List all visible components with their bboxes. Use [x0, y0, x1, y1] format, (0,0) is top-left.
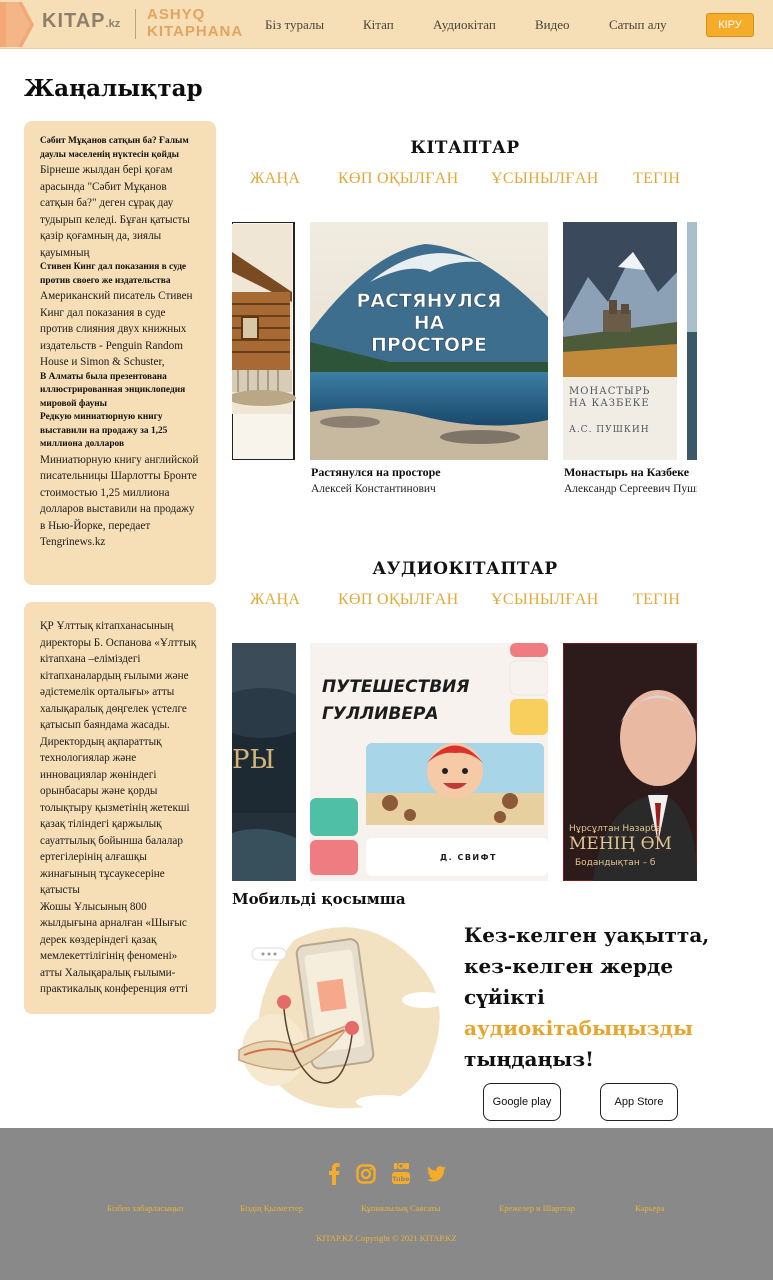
book-cover-partial[interactable] [687, 222, 697, 460]
filter-new[interactable]: ЖАҢА [250, 170, 300, 188]
svg-text:Бодандықтан – б: Бодандықтан – б [575, 858, 656, 868]
svg-text:МОНАСТЫРЬ: МОНАСТЫРЬ [569, 386, 650, 397]
news-item[interactable]: Директордың ақпараттық технологиялар жән… [40, 734, 200, 899]
footer-link-contact[interactable]: Бізбен хабарласыңыз [107, 1203, 184, 1213]
nav-video[interactable]: Видео [535, 17, 570, 33]
news-item[interactable]: ҚР Ұлттық кітапханасының директоры Б. Ос… [40, 618, 200, 734]
site-header: KITAP.kz ASHYQ KITAPHANA Біз туралы Кіта… [0, 0, 773, 49]
book-cover[interactable]: МОНАСТЫРЬ НА КАЗБЕКЕ А.С. ПУШКИН [563, 222, 677, 460]
svg-text:НА: НА [414, 312, 445, 334]
main-nav: Біз туралы Кітап Аудиокітап Видео Сатып … [0, 17, 773, 33]
svg-text:НА КАЗБЕКЕ: НА КАЗБЕКЕ [569, 398, 650, 409]
footer-link-services[interactable]: Біздің Қызметтер [240, 1203, 303, 1213]
audiobooks-carousel: РЫ ПУТЕШЕСТВИЯ ГУЛЛИВЕРА Д. СВИФТ Нұрсұл… [232, 643, 697, 883]
news-summary: Миниатюрную книгу английской писательниц… [40, 453, 199, 549]
audiobook-cover[interactable]: ПУТЕШЕСТВИЯ ГУЛЛИВЕРА Д. СВИФТ [310, 643, 548, 881]
mobile-promo-text: Кез-келген уақытта, кез-келген жерде сүй… [464, 923, 710, 1071]
news-item[interactable]: Жошы Ұлысының 800 жылдығына арналған «Шы… [40, 899, 200, 998]
login-button[interactable]: КІРУ [706, 13, 754, 37]
filter-new[interactable]: ЖАҢА [250, 591, 300, 609]
youtube-icon[interactable]: Tube [391, 1163, 411, 1185]
news-card-2: ҚР Ұлттық кітапханасының директоры Б. Ос… [24, 602, 216, 1014]
nav-about[interactable]: Біз туралы [265, 17, 324, 33]
footer-link-terms[interactable]: Ережелер и Шарттар [499, 1203, 575, 1213]
filter-popular[interactable]: КӨП ОҚЫЛҒАН [338, 170, 458, 188]
audiobook-cover-text: РЫ [232, 745, 275, 775]
facebook-icon[interactable] [328, 1163, 340, 1185]
filter-free[interactable]: ТЕГІН [633, 591, 680, 609]
book-author: Алексей Константинович [311, 483, 436, 495]
news-headline[interactable]: Сәбит Мұқанов сатқын ба? Ғалым даулы мәс… [40, 135, 200, 162]
book-cover-partial[interactable] [232, 222, 296, 460]
nav-audiobooks[interactable]: Аудиокітап [433, 17, 496, 33]
book-cover[interactable]: РАСТЯНУЛСЯ НА ПРОСТОРЕ [310, 222, 548, 460]
svg-text:Нұрсұлтан Назарба: Нұрсұлтан Назарба [569, 824, 662, 834]
instagram-icon[interactable] [356, 1163, 376, 1185]
app-store-button[interactable]: App Store [600, 1083, 678, 1121]
mobile-illustration [238, 927, 446, 1109]
svg-text:ПУТЕШЕСТВИЯ: ПУТЕШЕСТВИЯ [322, 677, 470, 697]
filter-free[interactable]: ТЕГІН [633, 170, 680, 188]
copyright-text: KITAP.KZ Copyright © 2021 KITAP.KZ [316, 1233, 457, 1243]
book-cover-text: РАСТЯНУЛСЯ [356, 290, 501, 312]
filter-recommended[interactable]: ҰСЫНЫЛҒАН [491, 591, 599, 609]
twitter-icon[interactable] [427, 1163, 446, 1185]
svg-text:ГУЛЛИВЕРА: ГУЛЛИВЕРА [322, 704, 439, 724]
svg-text:Tube: Tube [392, 1175, 410, 1183]
audiobook-cover-partial[interactable]: РЫ [232, 643, 296, 881]
news-headline[interactable]: Редкую миниатюрную книгу выставили на пр… [40, 411, 200, 452]
mobile-section-title: Мобильді қосымша [232, 890, 406, 908]
svg-text:Д. СВИФТ: Д. СВИФТ [440, 853, 497, 862]
nav-books[interactable]: Кітап [363, 17, 394, 33]
news-summary: Бірнеше жылдан бері қоғам арасында "Сәби… [40, 164, 190, 259]
books-carousel: РАСТЯНУЛСЯ НА ПРОСТОРЕ Растянулся на про… [232, 222, 697, 502]
svg-text:А.С. ПУШКИН: А.С. ПУШКИН [569, 425, 650, 435]
book-title[interactable]: Монастырь на Казбеке [564, 465, 689, 480]
footer-link-careers[interactable]: Карьера [635, 1203, 664, 1213]
page-title: Жаңалықтар [24, 75, 203, 102]
book-title[interactable]: Растянулся на просторе [311, 465, 441, 480]
audiobooks-section-title: АУДИОКІТАПТАР [372, 559, 558, 579]
svg-text:МЕНІҢ ӨМ: МЕНІҢ ӨМ [569, 834, 672, 854]
filter-popular[interactable]: КӨП ОҚЫЛҒАН [338, 591, 458, 609]
svg-text:ПРОСТОРЕ: ПРОСТОРЕ [371, 334, 487, 356]
news-summary: Американский писатель Стивен Кинг дал по… [40, 290, 193, 368]
nav-buy[interactable]: Сатып алу [609, 17, 667, 33]
filter-recommended[interactable]: ҰСЫНЫЛҒАН [491, 170, 599, 188]
footer-link-privacy[interactable]: Құпиялылық Саясаты [361, 1203, 440, 1213]
news-card-1: Сәбит Мұқанов сатқын ба? Ғалым даулы мәс… [24, 121, 216, 585]
google-play-button[interactable]: Google play [483, 1083, 561, 1121]
news-headline[interactable]: Стивен Кинг дал показания в суде против … [40, 261, 200, 288]
books-section-title: КІТАПТАР [410, 138, 520, 158]
audiobook-cover[interactable]: Нұрсұлтан Назарба МЕНІҢ ӨМ Бодандықтан –… [563, 643, 697, 881]
news-headline[interactable]: В Алматы была презентована иллюстрирован… [40, 371, 200, 412]
book-author: Александр Сергеевич Пушкин [564, 483, 697, 495]
